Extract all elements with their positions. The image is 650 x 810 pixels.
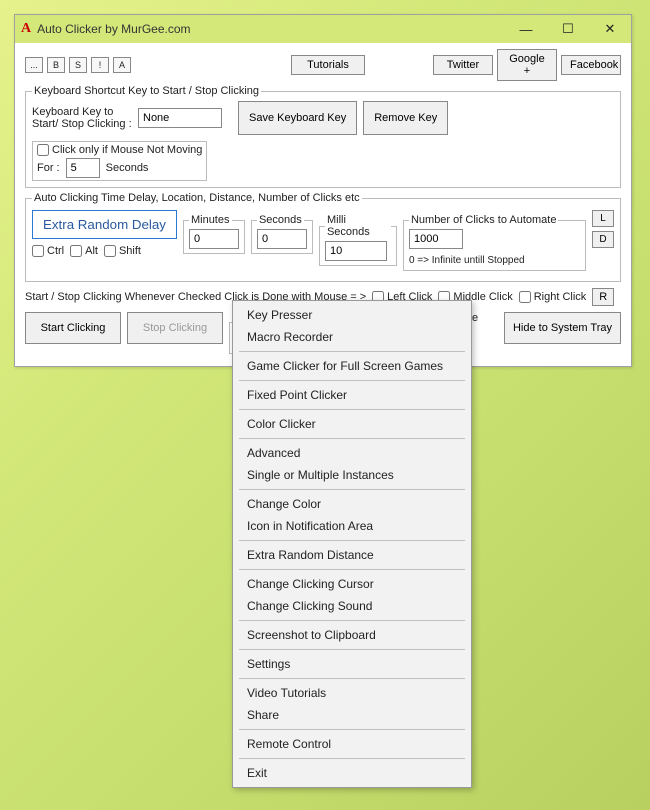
menu-item[interactable]: Color Clicker (233, 413, 471, 435)
ctrl-checkbox[interactable] (32, 245, 44, 257)
shift-checkbox[interactable] (104, 245, 116, 257)
menu-separator (239, 351, 465, 352)
menu-separator (239, 649, 465, 650)
r-button[interactable]: R (592, 288, 614, 306)
close-button[interactable]: ✕ (589, 15, 631, 43)
menu-item[interactable]: Extra Random Distance (233, 544, 471, 566)
infinite-hint-label: 0 => Infinite untill Stopped (409, 255, 525, 266)
menu-item[interactable]: Change Clicking Cursor (233, 573, 471, 595)
menu-separator (239, 758, 465, 759)
menu-separator (239, 540, 465, 541)
menu-item[interactable]: Video Tutorials (233, 682, 471, 704)
seconds-suffix-label: Seconds (106, 162, 149, 174)
menu-item[interactable]: Fixed Point Clicker (233, 384, 471, 406)
tutorials-button[interactable]: Tutorials (291, 55, 365, 75)
toolbar-btn-more[interactable]: ... (25, 57, 43, 73)
shortcut-key-input[interactable] (138, 108, 222, 128)
menu-item[interactable]: Icon in Notification Area (233, 515, 471, 537)
menu-separator (239, 620, 465, 621)
app-icon: A (21, 21, 31, 37)
keyboard-shortcut-legend: Keyboard Shortcut Key to Start / Stop Cl… (32, 85, 261, 97)
for-seconds-input[interactable] (66, 158, 100, 178)
twitter-button[interactable]: Twitter (433, 55, 493, 75)
alt-checkbox[interactable] (70, 245, 82, 257)
facebook-button[interactable]: Facebook (561, 55, 621, 75)
menu-item[interactable]: Game Clicker for Full Screen Games (233, 355, 471, 377)
menu-separator (239, 678, 465, 679)
menu-separator (239, 729, 465, 730)
seconds-input[interactable] (257, 229, 307, 249)
menu-item[interactable]: Key Presser (233, 304, 471, 326)
menu-item[interactable]: Remote Control (233, 733, 471, 755)
google-button[interactable]: Google + (497, 49, 557, 81)
milli-input[interactable] (325, 241, 387, 261)
right-click-checkbox[interactable] (519, 291, 531, 303)
keyboard-shortcut-group: Keyboard Shortcut Key to Start / Stop Cl… (25, 85, 621, 188)
menu-separator (239, 438, 465, 439)
menu-item[interactable]: Settings (233, 653, 471, 675)
remove-key-button[interactable]: Remove Key (363, 101, 448, 135)
menu-item[interactable]: Change Clicking Sound (233, 595, 471, 617)
timing-legend: Auto Clicking Time Delay, Location, Dist… (32, 192, 362, 204)
context-menu: Key PresserMacro Recorder Game Clicker fo… (232, 300, 472, 788)
menu-item[interactable]: Advanced (233, 442, 471, 464)
click-only-if-label: Click only if Mouse Not Moving (52, 144, 202, 156)
menu-separator (239, 489, 465, 490)
save-key-button[interactable]: Save Keyboard Key (238, 101, 357, 135)
menu-item[interactable]: Macro Recorder (233, 326, 471, 348)
menu-separator (239, 409, 465, 410)
toolbar-btn-a[interactable]: A (113, 57, 131, 73)
timing-group: Auto Clicking Time Delay, Location, Dist… (25, 192, 621, 282)
stop-clicking-button[interactable]: Stop Clicking (127, 312, 223, 344)
num-clicks-input[interactable] (409, 229, 463, 249)
menu-item[interactable]: Screenshot to Clipboard (233, 624, 471, 646)
click-only-if-not-moving-checkbox[interactable] (37, 144, 49, 156)
menu-item[interactable]: Exit (233, 762, 471, 784)
menu-item[interactable]: Change Color (233, 493, 471, 515)
toolbar-btn-bang[interactable]: ! (91, 57, 109, 73)
minimize-button[interactable]: — (505, 15, 547, 43)
window-title: Auto Clicker by MurGee.com (37, 22, 505, 36)
hide-to-tray-button[interactable]: Hide to System Tray (504, 312, 621, 344)
menu-item[interactable]: Share (233, 704, 471, 726)
maximize-button[interactable]: ☐ (547, 15, 589, 43)
minutes-input[interactable] (189, 229, 239, 249)
extra-random-delay-button[interactable]: Extra Random Delay (32, 210, 177, 239)
for-label: For : (37, 162, 60, 174)
toolbar-btn-s[interactable]: S (69, 57, 87, 73)
title-bar[interactable]: A Auto Clicker by MurGee.com — ☐ ✕ (15, 15, 631, 43)
shortcut-key-label: Keyboard Key to Start/ Stop Clicking : (32, 106, 132, 130)
start-clicking-button[interactable]: Start Clicking (25, 312, 121, 344)
d-button[interactable]: D (592, 231, 614, 248)
menu-separator (239, 380, 465, 381)
l-button[interactable]: L (592, 210, 614, 227)
menu-separator (239, 569, 465, 570)
toolbar-btn-b[interactable]: B (47, 57, 65, 73)
menu-item[interactable]: Single or Multiple Instances (233, 464, 471, 486)
